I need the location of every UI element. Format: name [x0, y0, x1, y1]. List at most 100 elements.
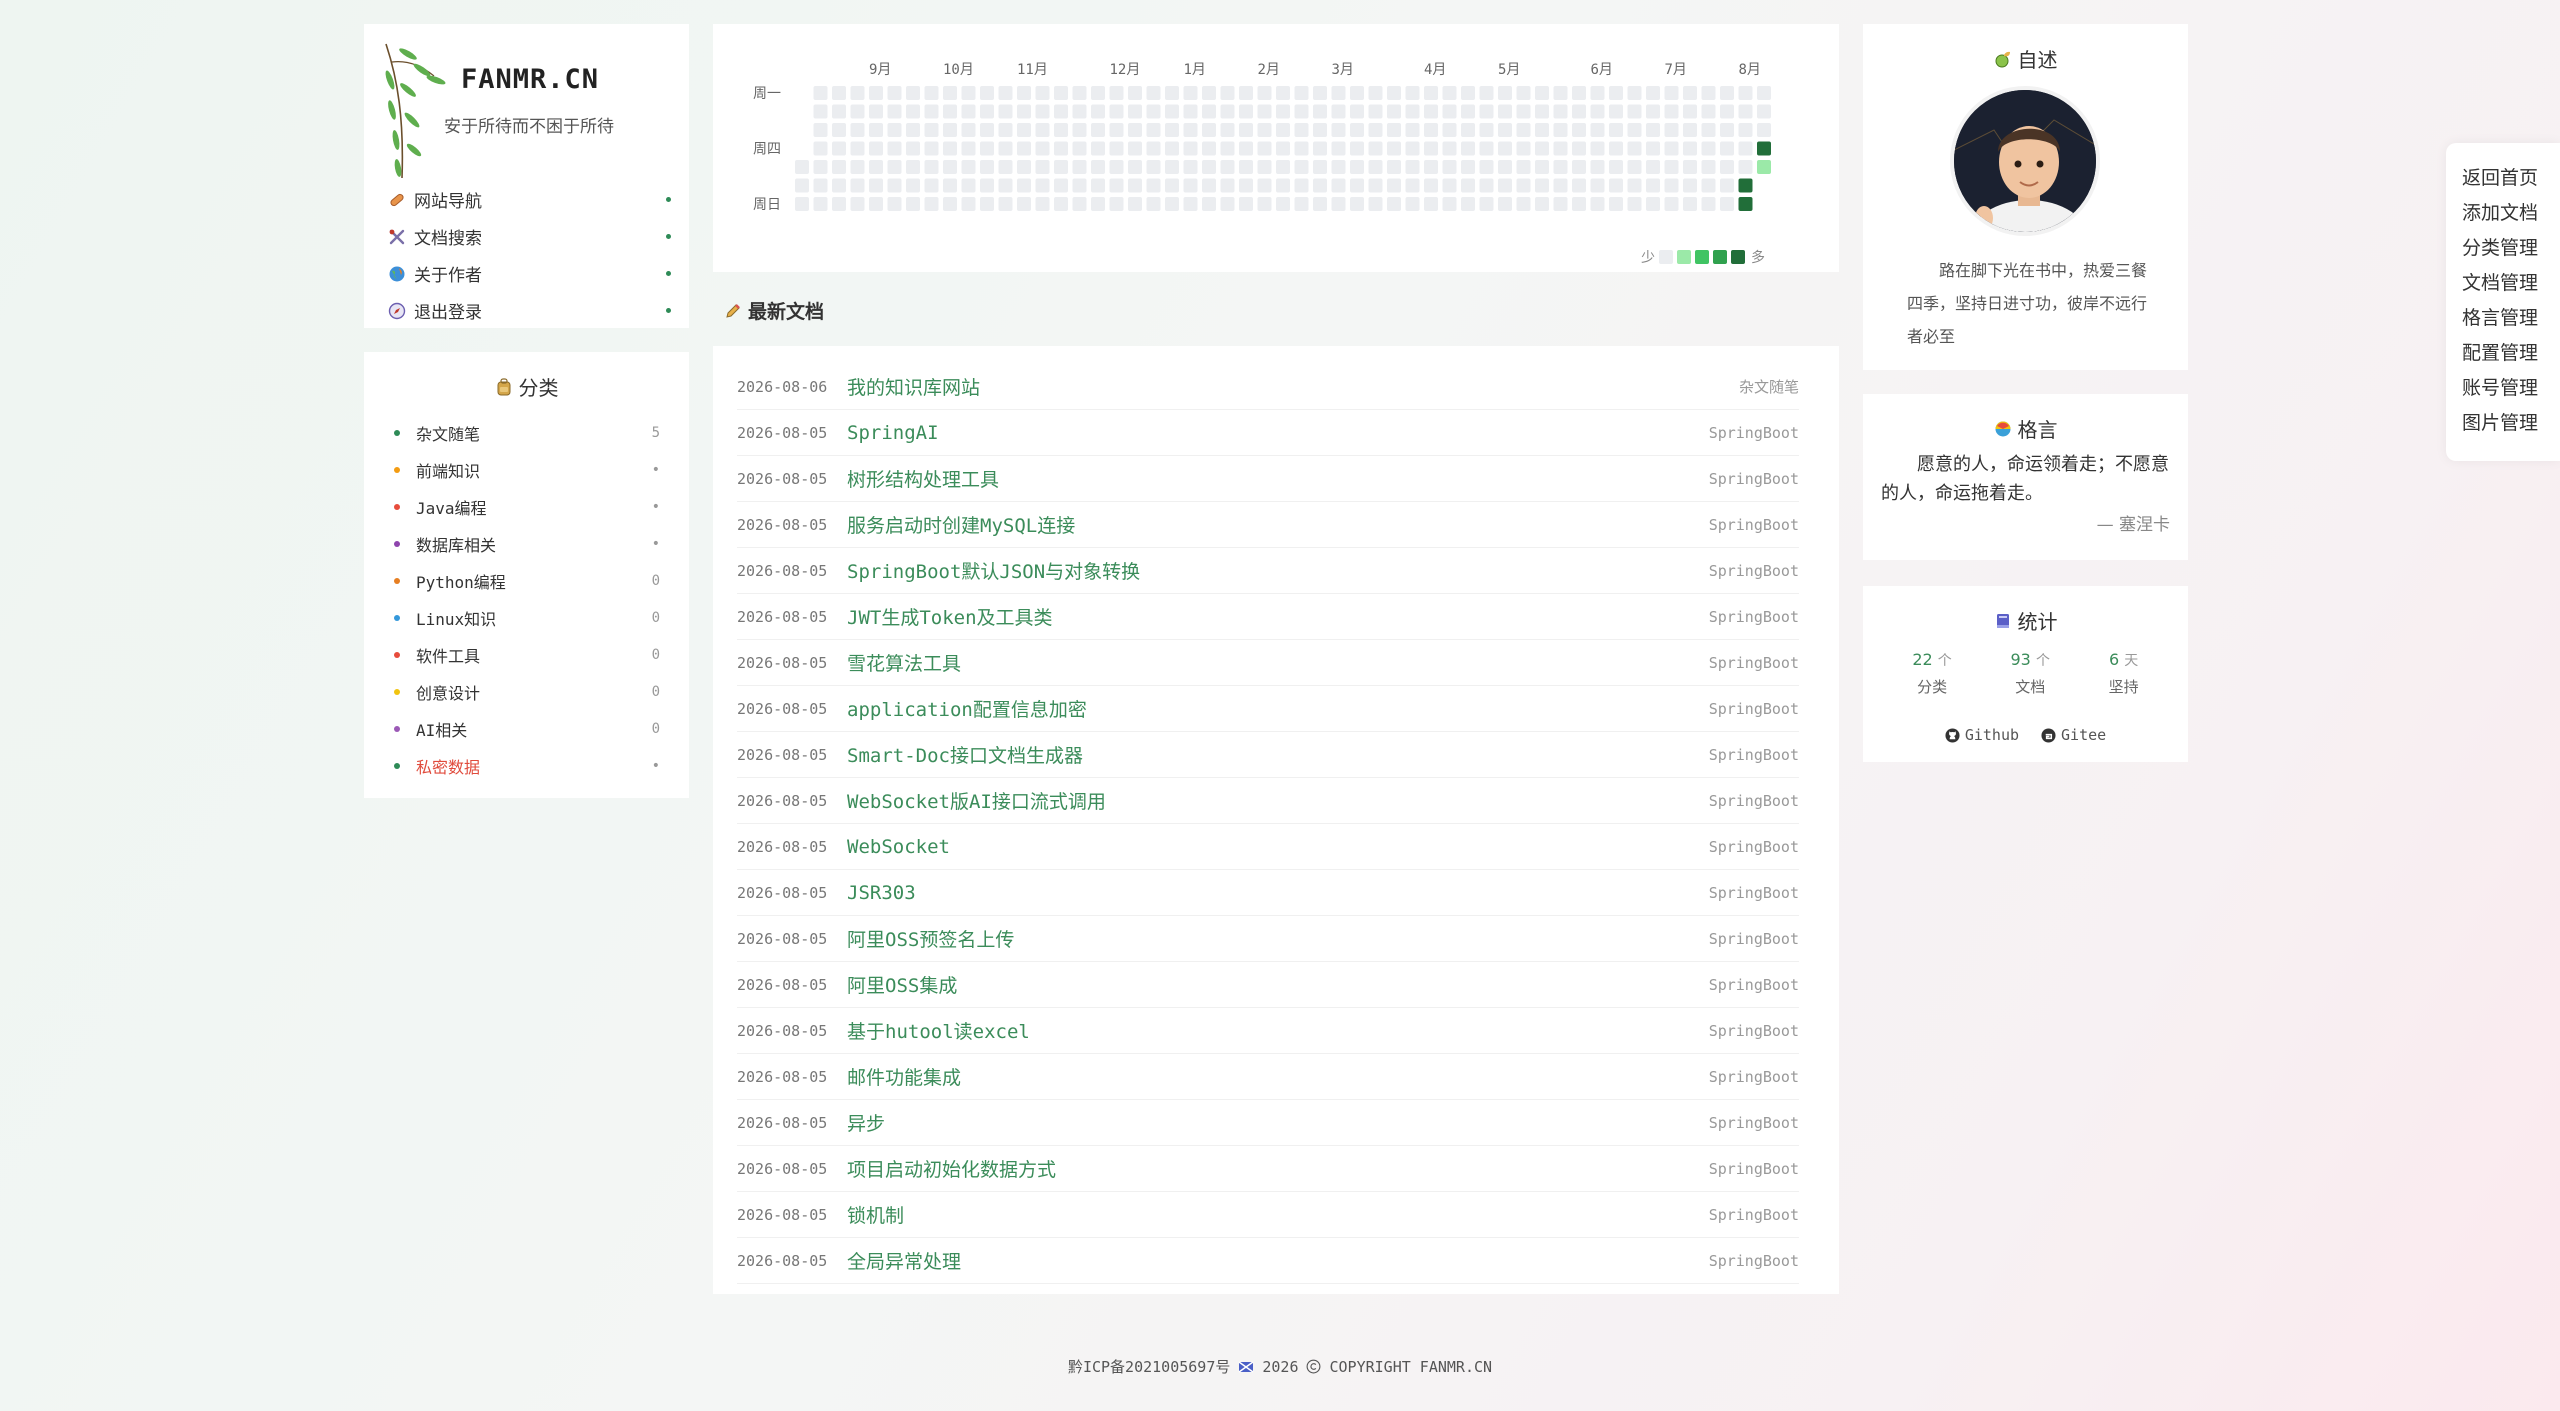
heatmap-cell[interactable]	[1720, 178, 1734, 193]
category-item[interactable]: 私密数据 •	[394, 747, 660, 784]
nav-item-doc-search[interactable]: 文档搜索	[388, 218, 671, 255]
heatmap-cell[interactable]	[1479, 160, 1494, 174]
heatmap-cell[interactable]	[1664, 86, 1679, 100]
heatmap-cell[interactable]	[1035, 160, 1050, 174]
category-item[interactable]: Linux知识 0	[394, 599, 660, 636]
heatmap-cell[interactable]	[1128, 86, 1142, 100]
heatmap-cell[interactable]	[1683, 104, 1697, 119]
heatmap-cell[interactable]	[1664, 104, 1679, 119]
heatmap-cell[interactable]	[813, 104, 828, 119]
heatmap-cell[interactable]	[1609, 197, 1623, 211]
heatmap-cell[interactable]	[1609, 178, 1623, 193]
heatmap-cell[interactable]	[1424, 197, 1438, 211]
heatmap-cell[interactable]	[869, 123, 883, 137]
heatmap-cell[interactable]	[1646, 141, 1660, 156]
category-item[interactable]: 软件工具 0	[394, 636, 660, 673]
doc-row[interactable]: 2026-08-05 项目启动初始化数据方式 SpringBoot	[737, 1146, 1799, 1192]
heatmap-cell[interactable]	[1387, 86, 1401, 100]
heatmap-cell[interactable]	[1091, 141, 1105, 156]
heatmap-cell[interactable]	[1627, 178, 1642, 193]
heatmap-cell[interactable]	[1239, 123, 1253, 137]
heatmap-cell[interactable]	[1424, 86, 1438, 100]
icp-link[interactable]: 黔ICP备2021005697号	[1068, 1356, 1230, 1377]
heatmap-cell[interactable]	[1683, 86, 1697, 100]
heatmap-cell[interactable]	[998, 160, 1013, 174]
admin-menu-item[interactable]: 账号管理	[2446, 371, 2560, 406]
heatmap-cell[interactable]	[1128, 141, 1142, 156]
heatmap-cell[interactable]	[1535, 141, 1549, 156]
heatmap-cell[interactable]	[1331, 197, 1346, 211]
heatmap-cell[interactable]	[1664, 197, 1679, 211]
heatmap-cell[interactable]	[1072, 104, 1087, 119]
heatmap-cell[interactable]	[1072, 123, 1087, 137]
heatmap-cell[interactable]	[1368, 141, 1383, 156]
heatmap-cell[interactable]	[1516, 141, 1531, 156]
heatmap-cell[interactable]	[1442, 86, 1457, 100]
heatmap-cell[interactable]	[1738, 197, 1753, 211]
heatmap-cell[interactable]	[1128, 197, 1142, 211]
heatmap-cell[interactable]	[1516, 104, 1531, 119]
doc-row[interactable]: 2026-08-05 锁机制 SpringBoot	[737, 1192, 1799, 1238]
admin-menu-item[interactable]: 添加文档	[2446, 196, 2560, 231]
heatmap-cell[interactable]	[1183, 178, 1198, 193]
doc-row[interactable]: 2026-08-05 SpringAI SpringBoot	[737, 410, 1799, 456]
heatmap-cell[interactable]	[1627, 141, 1642, 156]
heatmap-cell[interactable]	[1239, 197, 1253, 211]
heatmap-cell[interactable]	[869, 178, 883, 193]
heatmap-cell[interactable]	[1683, 197, 1697, 211]
heatmap-cell[interactable]	[1516, 123, 1531, 137]
heatmap-cell[interactable]	[1054, 104, 1068, 119]
heatmap-cell[interactable]	[1590, 178, 1605, 193]
heatmap-cell[interactable]	[887, 141, 902, 156]
heatmap-cell[interactable]	[998, 123, 1013, 137]
heatmap-cell[interactable]	[1516, 86, 1531, 100]
heatmap-cell[interactable]	[906, 160, 920, 174]
heatmap-cell[interactable]	[1442, 141, 1457, 156]
heatmap-cell[interactable]	[980, 178, 994, 193]
doc-title[interactable]: SpringBoot默认JSON与对象转换	[847, 557, 1709, 584]
heatmap-cell[interactable]	[1257, 104, 1272, 119]
heatmap-cell[interactable]	[1609, 86, 1623, 100]
heatmap-cell[interactable]	[924, 123, 939, 137]
heatmap-cell[interactable]	[1387, 178, 1401, 193]
heatmap-cell[interactable]	[1294, 141, 1309, 156]
heatmap-cell[interactable]	[961, 178, 976, 193]
heatmap-cell[interactable]	[1627, 197, 1642, 211]
heatmap-cell[interactable]	[1461, 86, 1475, 100]
heatmap-cell[interactable]	[1498, 160, 1512, 174]
heatmap-cell[interactable]	[1757, 123, 1771, 137]
doc-row[interactable]: 2026-08-05 雪花算法工具 SpringBoot	[737, 640, 1799, 686]
doc-row[interactable]: 2026-08-05 Smart-Doc接口文档生成器 SpringBoot	[737, 732, 1799, 778]
doc-title[interactable]: WebSocket版AI接口流式调用	[847, 787, 1709, 814]
heatmap-cell[interactable]	[1405, 123, 1420, 137]
heatmap-cell[interactable]	[1146, 160, 1161, 174]
heatmap-cell[interactable]	[961, 197, 976, 211]
heatmap-cell[interactable]	[1035, 141, 1050, 156]
heatmap-cell[interactable]	[1054, 123, 1068, 137]
doc-title[interactable]: 雪花算法工具	[847, 649, 1709, 676]
doc-row[interactable]: 2026-08-05 服务启动时创建MySQL连接 SpringBoot	[737, 502, 1799, 548]
heatmap-cell[interactable]	[1331, 160, 1346, 174]
doc-title[interactable]: WebSocket	[847, 836, 1709, 858]
heatmap-cell[interactable]	[1239, 86, 1253, 100]
heatmap-cell[interactable]	[1313, 178, 1327, 193]
doc-row[interactable]: 2026-08-05 异步 SpringBoot	[737, 1100, 1799, 1146]
heatmap-cell[interactable]	[1553, 178, 1568, 193]
doc-title[interactable]: 邮件功能集成	[847, 1063, 1709, 1090]
heatmap-cell[interactable]	[1479, 197, 1494, 211]
heatmap-cell[interactable]	[1405, 104, 1420, 119]
heatmap-cell[interactable]	[1683, 160, 1697, 174]
heatmap-cell[interactable]	[1498, 86, 1512, 100]
heatmap-cell[interactable]	[1350, 141, 1364, 156]
heatmap-cell[interactable]	[1442, 104, 1457, 119]
heatmap-cell[interactable]	[1017, 160, 1031, 174]
heatmap-cell[interactable]	[1331, 141, 1346, 156]
doc-category[interactable]: SpringBoot	[1709, 1252, 1799, 1270]
heatmap-cell[interactable]	[906, 104, 920, 119]
category-item[interactable]: 前端知识 •	[394, 451, 660, 488]
heatmap-cell[interactable]	[1146, 141, 1161, 156]
doc-title[interactable]: Smart-Doc接口文档生成器	[847, 741, 1709, 768]
heatmap-cell[interactable]	[1017, 104, 1031, 119]
heatmap-cell[interactable]	[1590, 123, 1605, 137]
doc-row[interactable]: 2026-08-05 全局异常处理 SpringBoot	[737, 1238, 1799, 1284]
